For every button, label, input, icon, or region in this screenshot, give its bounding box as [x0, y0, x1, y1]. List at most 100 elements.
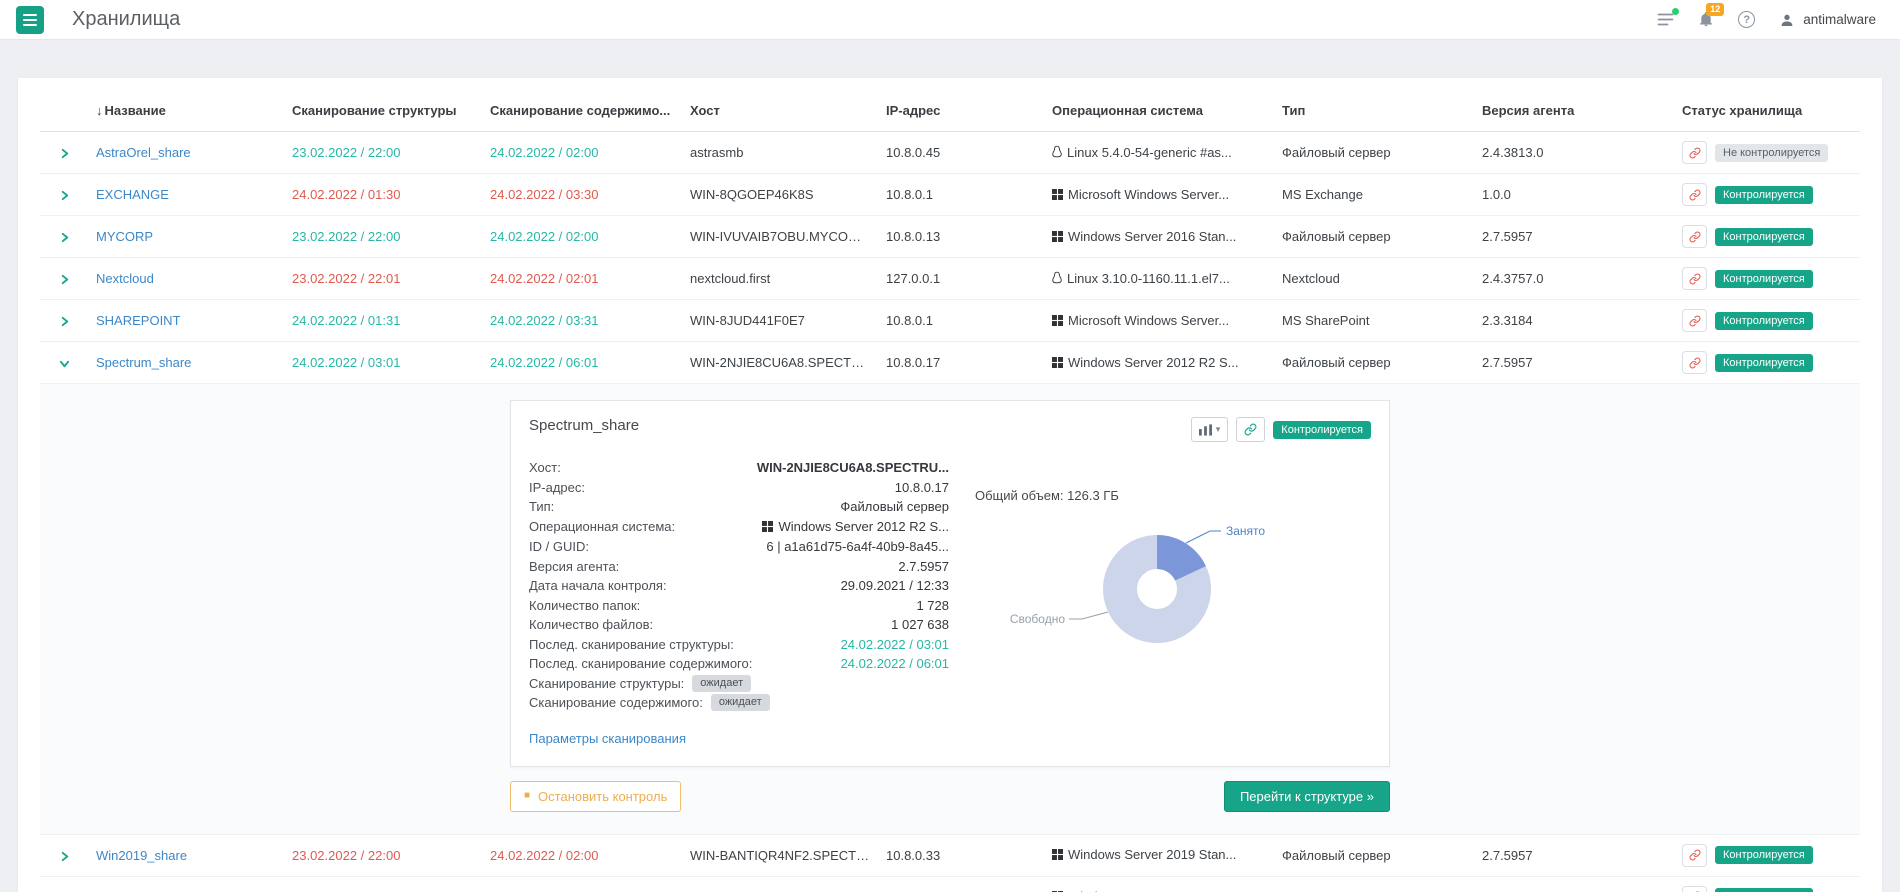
field-value: 1 027 638 — [891, 617, 949, 632]
field-value: 24.02.2022 / 06:01 — [840, 656, 949, 671]
structure-scan-cell: 23.02.2022 / 22:00 — [284, 215, 482, 258]
go-to-structure-button[interactable]: Перейти к структуре » — [1223, 780, 1390, 812]
scan-params-link[interactable]: Параметры сканирования — [529, 731, 686, 746]
status-badge: Контролируется — [1715, 353, 1813, 372]
column-header[interactable]: ↓ Название — [88, 92, 284, 132]
link-icon-button[interactable] — [1682, 183, 1707, 206]
link-icon — [1689, 273, 1700, 284]
link-icon-button[interactable] — [1682, 267, 1707, 290]
storage-name-link[interactable]: AstraOrel_share — [96, 145, 191, 160]
status-cell: Контролируется — [1674, 834, 1860, 877]
row-expand-chevron-icon[interactable] — [59, 190, 70, 201]
content-scan-cell: 24.02.2022 / 03:31 — [482, 299, 682, 342]
type-cell: Файловый сервер — [1274, 834, 1474, 877]
link-icon — [1244, 423, 1257, 436]
user-icon — [1781, 14, 1793, 26]
row-expand-chevron-icon[interactable] — [59, 316, 70, 327]
os-cell: Linux 5.4.0-54-generic #as... — [1044, 131, 1274, 174]
field-label: Хост: — [529, 460, 561, 475]
detail-field: Операционная система: Windows Server 2012… — [529, 517, 949, 538]
column-header[interactable]: Сканирование структуры — [284, 92, 482, 132]
table-row: SHAREPOINT 24.02.2022 / 01:31 24.02.2022 /… — [40, 299, 1860, 342]
status-badge: Контролируется — [1715, 185, 1813, 204]
row-expand-chevron-icon[interactable] — [59, 851, 70, 862]
field-value: 6 | a1a61d75-6a4f-40b9-8a45... — [766, 539, 949, 554]
type-cell: MS Exchange — [1274, 173, 1474, 216]
storage-name-link[interactable]: EXCHANGE — [96, 187, 169, 202]
agent-version-cell: 2.3.3184 — [1474, 299, 1674, 342]
type-cell: Файловый сервер — [1274, 131, 1474, 174]
field-label: Послед. сканирование содержимого: — [529, 656, 753, 671]
link-icon-button[interactable] — [1682, 351, 1707, 374]
status-cell: Не контролируется — [1674, 131, 1860, 174]
menu-button[interactable] — [16, 5, 44, 34]
table-row: Win2019_share 23.02.2022 / 22:00 24.02.202… — [40, 834, 1860, 877]
status-cell: Контролируется — [1674, 299, 1860, 342]
table-row: AstraOrel_share 23.02.2022 / 22:00 24.02.2… — [40, 131, 1860, 174]
agent-version-cell: 2.7.5957 — [1474, 876, 1674, 892]
storage-name-link[interactable]: SHAREPOINT — [96, 313, 181, 328]
detail-field: Хост: WIN-2NJIE8CU6A8.SPECTRU... — [529, 458, 949, 478]
table-row: MYCORP 23.02.2022 / 22:00 24.02.2022 / 02:… — [40, 215, 1860, 258]
notifications-bell-icon[interactable]: 12 — [1698, 3, 1725, 28]
notifications-count-badge: 12 — [1706, 3, 1725, 16]
link-icon-button[interactable] — [1682, 141, 1707, 164]
os-cell: Microsoft Windows Server... — [1044, 299, 1274, 342]
windows-icon — [1052, 356, 1063, 371]
link-icon — [1689, 231, 1700, 242]
link-icon-button[interactable] — [1682, 225, 1707, 248]
column-header[interactable]: Тип — [1274, 92, 1474, 132]
caret-down-icon: ▾ — [1215, 424, 1221, 434]
link-icon — [1689, 147, 1700, 158]
content-scan-cell: 24.02.2022 / 03:30 — [482, 173, 682, 216]
row-expand-chevron-icon[interactable] — [59, 274, 70, 285]
column-header[interactable]: Хост — [682, 92, 878, 132]
link-icon — [1689, 315, 1700, 326]
storage-name-link[interactable]: Nextcloud — [96, 271, 154, 286]
content-scan-cell: 24.02.2022 / 02:00 — [482, 131, 682, 174]
detail-field: Послед. сканирование структуры: 24.02.202… — [529, 635, 949, 655]
os-cell: Windows Server 2016 Stan... — [1044, 215, 1274, 258]
column-header[interactable]: Операционная система — [1044, 92, 1274, 132]
link-icon-button[interactable] — [1236, 417, 1266, 442]
structure-scan-cell: 24.02.2022 / 01:31 — [284, 299, 482, 342]
user-menu[interactable]: antimalware — [1779, 12, 1876, 28]
field-label: IP-адрес: — [529, 479, 585, 495]
ip-cell: 10.8.0.17 — [878, 341, 1044, 384]
column-header[interactable]: Сканирование содержимо... — [482, 92, 682, 132]
agent-version-cell: 2.7.5957 — [1474, 341, 1674, 384]
link-icon-button[interactable] — [1682, 309, 1707, 332]
column-header[interactable]: Версия агента — [1474, 92, 1674, 132]
status-badge: Контролируется — [1715, 311, 1813, 330]
row-collapse-chevron-icon[interactable] — [59, 358, 70, 369]
content-scan-cell: 24.02.2022 / 02:00 — [482, 215, 682, 258]
total-volume-label: Общий объем: 126.3 ГБ — [975, 488, 1119, 503]
structure-scan-cell: 23.02.2022 / 22:01 — [284, 257, 482, 300]
detail-field: Дата начала контроля: 29.09.2021 / 12:33 — [529, 576, 949, 596]
windows-icon — [1052, 188, 1063, 203]
tasks-list-icon[interactable] — [1657, 8, 1680, 27]
chart-dropdown-button[interactable]: ▾ — [1190, 417, 1229, 442]
storage-name-link[interactable]: Spectrum_share — [96, 355, 191, 370]
detail-field: ID / GUID: 6 | a1a61d75-6a4f-40b9-8a45... — [529, 537, 949, 557]
status-cell: Контролируется — [1674, 173, 1860, 216]
stop-control-button[interactable]: ■ Остановить контроль — [510, 780, 682, 812]
os-cell: Microsoft Windows Server... — [1044, 173, 1274, 216]
sort-desc-icon: ↓ — [96, 103, 103, 118]
link-icon-button[interactable] — [1682, 843, 1707, 867]
field-label: Операционная система: — [529, 519, 676, 534]
field-label: Дата начала контроля: — [529, 578, 667, 593]
row-expand-chevron-icon[interactable] — [59, 232, 70, 243]
help-icon[interactable]: ? — [1738, 11, 1756, 28]
os-cell: Windows Server 2019 Stan... — [1044, 834, 1274, 877]
storage-name-link[interactable]: MYCORP — [96, 229, 153, 244]
column-header[interactable]: Статус хранилища — [1674, 92, 1860, 132]
link-icon-button[interactable] — [1682, 885, 1707, 892]
disk-usage-donut-chart: Занято Свободно — [1010, 524, 1265, 643]
detail-field: Количество папок: 1 728 — [529, 596, 949, 616]
host-cell: WIN-BANTIQR4NF2.SPECTRU... — [682, 834, 878, 877]
row-expand-chevron-icon[interactable] — [59, 148, 70, 159]
column-header[interactable]: IP-адрес — [878, 92, 1044, 132]
structure-scan-cell: 23.02.2022 / 22:00 — [284, 834, 482, 877]
storage-name-link[interactable]: Win2019_share — [96, 848, 187, 863]
